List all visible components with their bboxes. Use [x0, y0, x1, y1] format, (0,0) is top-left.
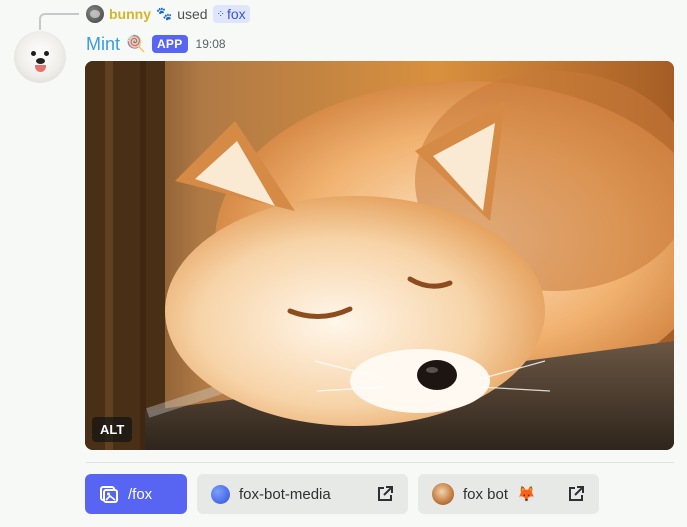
interaction-user[interactable]: bunny: [109, 6, 151, 22]
paw-icon: 🐾: [156, 6, 173, 21]
interaction-verb: used: [177, 6, 208, 22]
fox-bot-media-link[interactable]: fox-bot-media: [197, 474, 408, 514]
external-link-icon: [378, 486, 393, 501]
fox-command-label: /fox: [128, 485, 153, 503]
author-avatar[interactable]: [14, 31, 66, 83]
image-gallery-icon: [100, 486, 118, 503]
message-header: Mint 🍭 APP 19:08: [86, 31, 226, 57]
globe-icon: [211, 484, 230, 504]
reply-spine: [39, 13, 79, 30]
timestamp[interactable]: 19:08: [196, 37, 226, 51]
command-chip-label: fox: [226, 6, 246, 22]
author-name[interactable]: Mint: [86, 34, 120, 55]
fox-emoji: 🦊: [517, 486, 536, 503]
command-icon: ⁘: [216, 8, 225, 20]
interaction-header: bunny 🐾 used ⁘ fox: [86, 3, 250, 25]
avatar-nose: [36, 58, 45, 64]
fox-image[interactable]: ALT: [85, 61, 674, 450]
user-avatar-small[interactable]: [86, 5, 104, 23]
command-chip[interactable]: ⁘ fox: [212, 5, 250, 23]
fox-command-button[interactable]: /fox: [85, 474, 187, 514]
divider: [86, 462, 674, 463]
avatar-mouth: [35, 65, 46, 72]
fox-bot-avatar: [432, 483, 454, 505]
fox-bot-link[interactable]: fox bot 🦊: [418, 474, 599, 514]
avatar-eye: [44, 51, 49, 56]
alt-text-badge[interactable]: ALT: [92, 417, 133, 442]
fox-bot-label: fox bot: [463, 485, 509, 503]
lollipop-emoji: 🍭: [126, 36, 146, 53]
fox-illustration: [85, 61, 674, 450]
fox-bot-media-label: fox-bot-media: [239, 485, 331, 503]
external-link-icon: [569, 486, 584, 501]
app-tag: APP: [151, 35, 188, 53]
avatar-eye: [31, 51, 36, 56]
